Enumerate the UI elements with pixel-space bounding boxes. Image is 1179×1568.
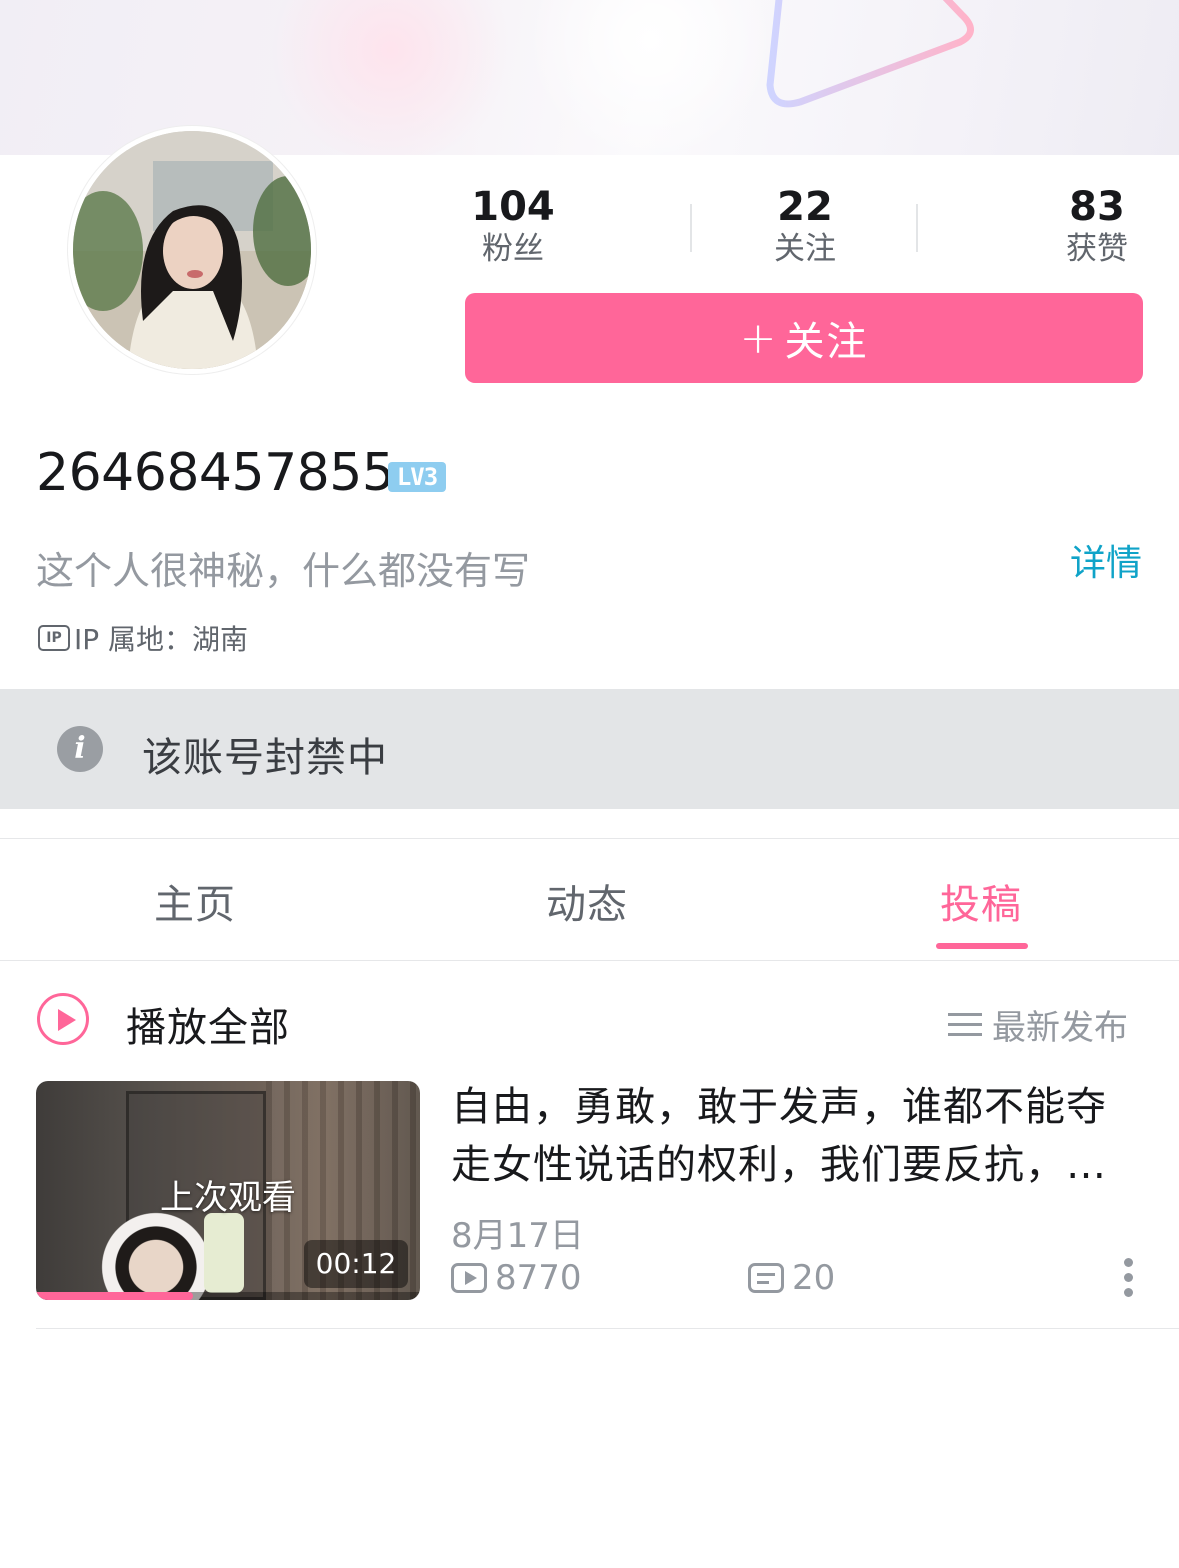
divider <box>0 838 1179 839</box>
detail-link[interactable]: 详情 <box>1070 534 1142 586</box>
tab-uploads[interactable]: 投稿 <box>940 872 1022 930</box>
banner-play-shape <box>766 0 974 108</box>
more-options-icon[interactable] <box>1124 1258 1136 1303</box>
stat-fans[interactable]: 104 粉丝 <box>470 184 556 268</box>
video-thumbnail[interactable]: 上次观看 00:12 <box>36 1081 420 1300</box>
stat-divider <box>690 204 692 252</box>
tab-home[interactable]: 主页 <box>154 872 236 930</box>
follow-button[interactable]: + 关注 <box>465 293 1143 383</box>
active-tab-indicator <box>936 943 1028 949</box>
ip-location: IP IP 属地：湖南 <box>38 618 248 658</box>
stat-fans-label: 粉丝 <box>482 231 544 267</box>
video-danmaku-count: 20 <box>748 1258 835 1298</box>
stat-likes-count: 83 <box>1069 184 1125 230</box>
play-all-button[interactable]: 播放全部 <box>126 995 290 1053</box>
stat-divider <box>916 204 918 252</box>
watch-progress-fill <box>36 1292 194 1300</box>
tab-dynamics[interactable]: 动态 <box>546 872 628 930</box>
sort-dropdown[interactable]: 最新发布 <box>948 1000 1128 1049</box>
follow-button-label: 关注 <box>784 319 869 365</box>
notice-text: 该账号封禁中 <box>142 735 388 781</box>
stat-likes-label: 获赞 <box>1066 231 1128 267</box>
username: 26468457855 <box>36 443 395 503</box>
last-watched-label: 上次观看 <box>160 1178 296 1218</box>
avatar[interactable] <box>68 126 316 374</box>
sort-label: 最新发布 <box>992 1008 1128 1048</box>
danmaku-icon <box>748 1263 784 1293</box>
stat-likes: 83 获赞 <box>1054 184 1140 268</box>
stat-following-count: 22 <box>777 184 833 230</box>
danmaku-count-value: 20 <box>792 1258 836 1298</box>
stat-following[interactable]: 22 关注 <box>762 184 848 268</box>
stat-following-label: 关注 <box>774 231 836 267</box>
stat-fans-count: 104 <box>471 184 555 230</box>
divider <box>36 1328 1179 1329</box>
video-duration: 00:12 <box>304 1240 408 1288</box>
video-title[interactable]: 自由，勇敢，敢于发声，谁都不能夺走女性说话的权利，我们要反抗，… <box>451 1078 1141 1194</box>
video-date: 8月17日 <box>451 1216 584 1256</box>
ip-location-text: IP 属地：湖南 <box>74 623 249 656</box>
play-count-value: 8770 <box>495 1258 582 1298</box>
bio-text: 这个人很神秘，什么都没有写 <box>36 549 531 593</box>
ip-badge-icon: IP <box>38 625 70 651</box>
play-count-icon <box>451 1263 487 1293</box>
plus-icon: + <box>739 312 779 364</box>
sort-list-icon <box>948 1006 982 1043</box>
divider <box>0 960 1179 961</box>
account-banned-notice: i 该账号封禁中 <box>0 689 1179 809</box>
info-icon: i <box>57 726 103 772</box>
level-badge: LV3 <box>388 462 446 492</box>
avatar-photo <box>73 131 311 369</box>
play-all-icon[interactable] <box>37 993 89 1045</box>
video-play-count: 8770 <box>451 1258 582 1298</box>
